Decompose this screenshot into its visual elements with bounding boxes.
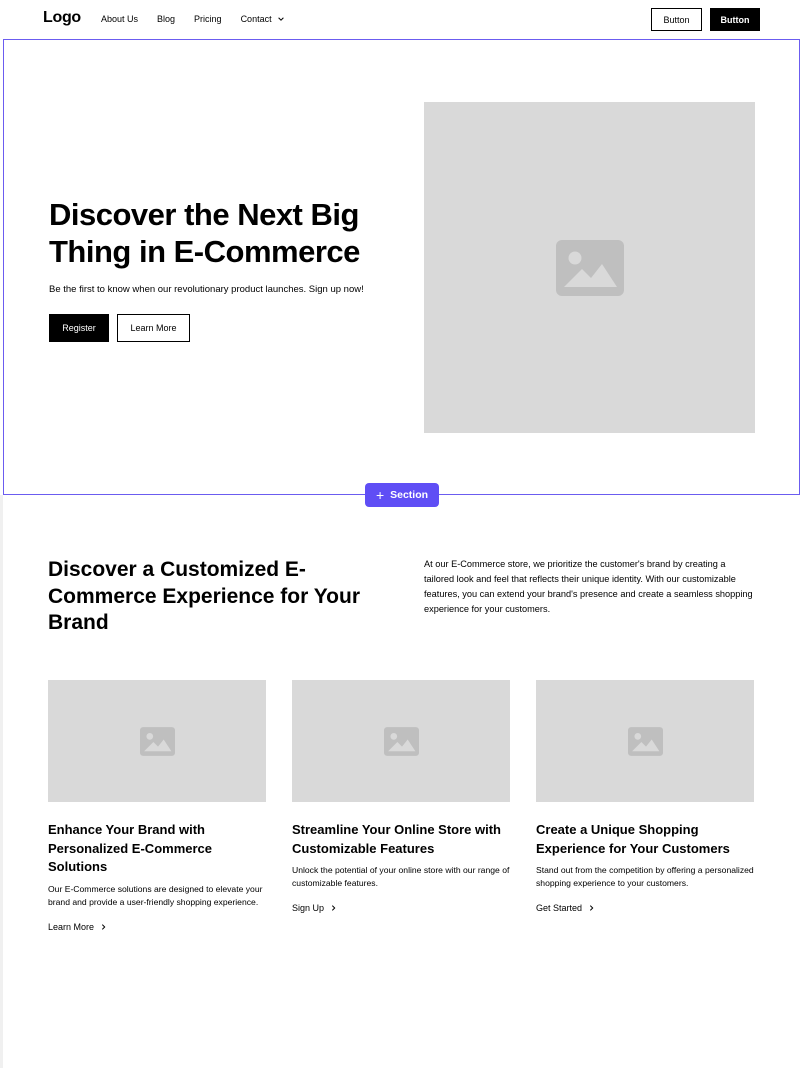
add-section-label: Section	[390, 489, 429, 501]
main-nav: About Us Blog Pricing Contact	[101, 14, 304, 24]
chevron-right-icon	[589, 905, 594, 911]
card-text: Our E-Commerce solutions are designed to…	[48, 883, 263, 907]
card-text: Unlock the potential of your online stor…	[292, 865, 510, 888]
card-link-label: Get Started	[536, 903, 583, 913]
feature-card: Streamline Your Online Store with Custom…	[292, 680, 510, 913]
card-image-placeholder	[536, 680, 754, 802]
nav-about-us[interactable]: About Us	[101, 14, 138, 24]
register-button[interactable]: Register	[49, 314, 109, 342]
plus-icon: +	[375, 487, 385, 503]
card-link[interactable]: Learn More	[48, 922, 266, 932]
hero-section[interactable]: Discover the Next Big Thing in E-Commerc…	[3, 39, 800, 495]
chevron-down-icon	[277, 17, 284, 21]
add-section-button[interactable]: + Section	[365, 483, 439, 507]
feature-card: Create a Unique Shopping Experience for …	[536, 680, 754, 913]
header-secondary-button[interactable]: Button	[651, 8, 702, 31]
features-description: At our E-Commerce store, we prioritize t…	[424, 559, 753, 614]
logo[interactable]: Logo	[43, 9, 81, 27]
card-link[interactable]: Sign Up	[292, 903, 510, 913]
nav-pricing[interactable]: Pricing	[194, 14, 222, 24]
image-icon	[627, 726, 663, 756]
hero-image-placeholder	[424, 102, 755, 433]
hero-subtitle: Be the first to know when our revolution…	[49, 284, 364, 295]
chevron-right-icon	[101, 923, 106, 930]
features-title: Discover a Customized E-Commerce Experie…	[48, 558, 361, 634]
learn-more-button[interactable]: Learn More	[117, 314, 190, 342]
image-icon	[383, 726, 419, 756]
chevron-right-icon	[331, 905, 336, 911]
card-title: Streamline Your Online Store with Custom…	[292, 822, 502, 856]
card-title: Create a Unique Shopping Experience for …	[536, 822, 730, 856]
card-image-placeholder	[292, 680, 510, 802]
nav-pricing-label: Pricing	[194, 14, 222, 24]
left-edge-strip	[0, 495, 3, 1068]
header-primary-button[interactable]: Button	[710, 8, 760, 31]
card-link-label: Sign Up	[292, 903, 325, 913]
card-link[interactable]: Get Started	[536, 903, 754, 913]
card-image-placeholder	[48, 680, 266, 802]
card-link-label: Learn More	[48, 921, 95, 932]
nav-blog[interactable]: Blog	[157, 14, 175, 24]
nav-contact-label: Contact	[240, 14, 272, 24]
card-title: Enhance Your Brand with Personalized E-C…	[48, 822, 213, 874]
nav-about-us-label: About Us	[101, 14, 139, 24]
image-icon	[139, 726, 175, 756]
feature-card: Enhance Your Brand with Personalized E-C…	[48, 680, 266, 932]
top-nav-bar: Logo About Us Blog Pricing Contact Butto…	[0, 0, 801, 39]
hero-title: Discover the Next Big Thing in E-Commerc…	[49, 197, 360, 269]
nav-blog-label: Blog	[157, 14, 176, 24]
image-icon	[555, 239, 624, 296]
nav-contact-dropdown[interactable]: Contact	[241, 14, 285, 24]
card-text: Stand out from the competition by offeri…	[536, 865, 754, 888]
